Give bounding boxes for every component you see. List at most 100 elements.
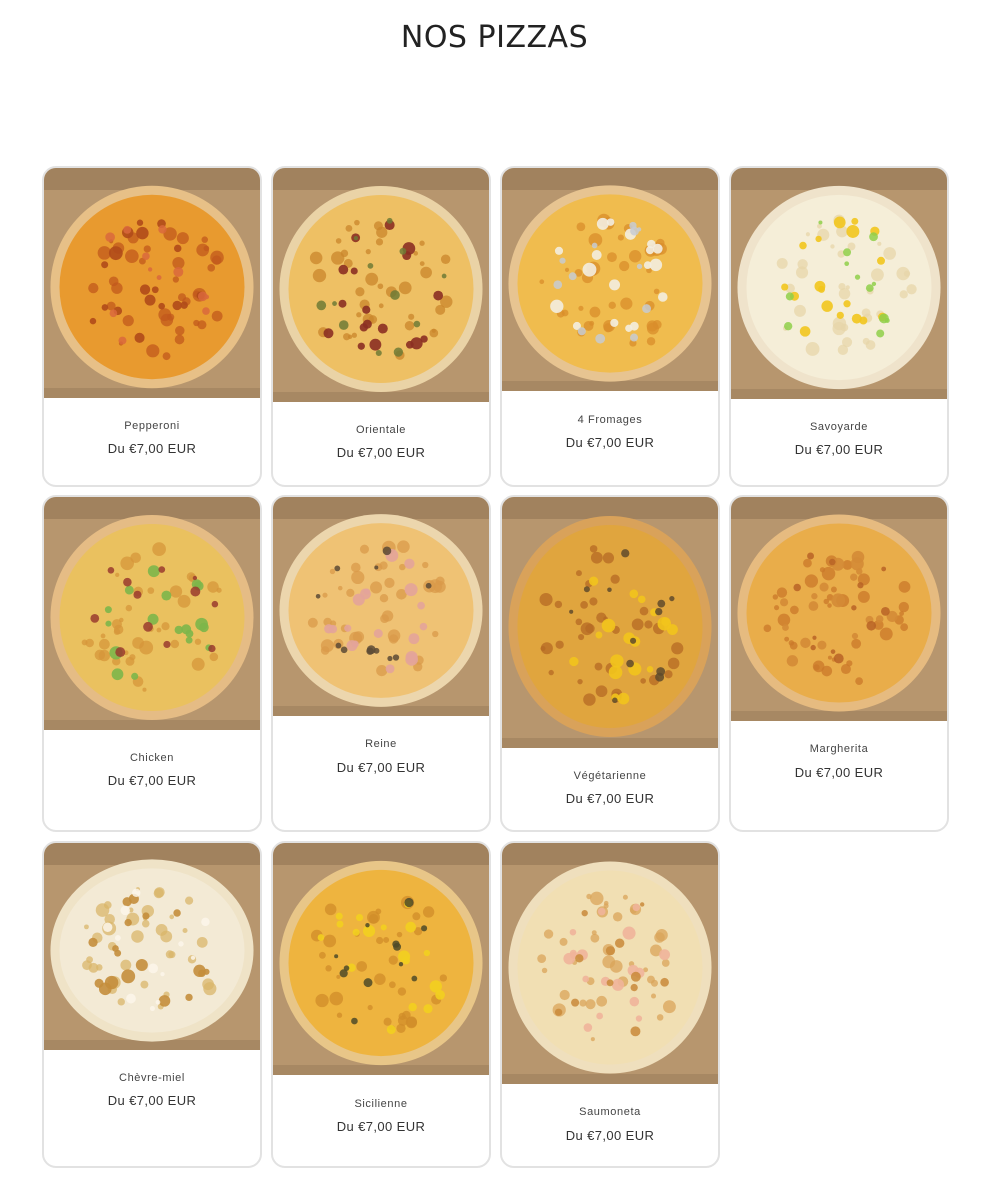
cheese-spot [350,562,361,573]
cheese-spot [387,629,401,642]
product-name[interactable]: Sicilienne [273,1098,489,1110]
cheese-spot [898,580,911,593]
topping-secondary [621,549,630,558]
product-name[interactable]: Savoyarde [731,421,947,433]
cheese-spot [99,638,110,650]
topping [363,588,371,595]
cheese-spot [193,319,200,327]
topping [417,601,425,610]
product-price: Du €7,00 EUR [107,1093,197,1108]
topping [569,656,579,667]
topping-secondary [577,327,586,336]
topping-secondary [630,637,637,644]
product-name[interactable]: Chicken [44,752,260,764]
cheese-spot [129,654,136,661]
topping [817,640,827,650]
product-name[interactable]: Saumoneta [502,1106,718,1118]
cheese-spot [594,662,603,671]
product-card-chevre-miel[interactable]: Chèvre-miel Du €7,00 EUR [42,841,262,1168]
cheese-spot [832,321,846,336]
topping [408,1002,417,1012]
topping [601,618,616,633]
cheese-spot [174,334,185,345]
product-card-pepperoni[interactable]: Pepperoni Du €7,00 EUR [42,166,262,487]
cheese-spot [838,282,846,291]
product-image[interactable] [502,497,718,748]
product-name[interactable]: Chèvre-miel [44,1072,260,1084]
topping [582,262,597,277]
topping [850,573,858,581]
product-card-orientale[interactable]: Orientale Du €7,00 EUR [271,166,491,487]
cheese-spot [379,593,389,603]
box-edge [44,720,260,730]
cheese-spot [376,936,384,945]
cheese-spot [141,919,150,928]
product-card-saumoneta[interactable]: Saumoneta Du €7,00 EUR [500,841,720,1168]
cheese-spot [196,936,208,948]
product-image[interactable] [731,168,947,399]
product-price: Du €7,00 EUR [565,435,655,450]
topping [435,990,445,1000]
cheese-spot [576,222,586,232]
product-card-vegetarienne[interactable]: Végétarienne Du €7,00 EUR [500,495,720,832]
topping-secondary [190,586,201,597]
cheese-spot [763,624,772,633]
topping [588,576,599,586]
product-name[interactable]: Végétarienne [502,770,718,782]
topping-secondary [880,606,890,616]
topping [136,219,144,226]
product-card-savoyarde[interactable]: Savoyarde Du €7,00 EUR [729,166,949,487]
cheese-spot [209,652,219,662]
topping-secondary [120,905,130,916]
cheese-spot [156,627,162,633]
product-image[interactable] [731,497,947,721]
cheese-spot [790,605,799,615]
product-image[interactable] [44,843,260,1050]
topping [596,217,609,230]
topping-secondary [114,935,121,941]
topping [652,243,663,254]
product-name[interactable]: Pepperoni [44,420,260,432]
topping [661,617,671,627]
topping-secondary [607,587,612,593]
product-image[interactable] [44,497,260,730]
topping-secondary [351,1017,358,1025]
product-name[interactable]: Orientale [273,424,489,436]
cheese-spot [575,570,582,577]
product-card-4-fromages[interactable]: 4 Fromages Du €7,00 EUR [500,166,720,487]
topping-secondary [367,263,374,269]
product-card-margherita[interactable]: Margherita Du €7,00 EUR [729,495,949,832]
product-name[interactable]: Reine [273,738,489,750]
product-image[interactable] [502,168,718,391]
topping-secondary [441,273,447,279]
product-image[interactable] [273,497,489,716]
topping [836,311,844,319]
product-price: Du €7,00 EUR [565,1128,655,1143]
product-image[interactable] [44,168,260,398]
product-name[interactable]: Margherita [731,743,947,755]
topping [843,300,851,308]
topping [377,323,388,334]
topping [595,631,603,639]
topping-secondary [109,309,118,318]
cheese-spot [309,251,323,265]
topping-secondary [829,558,836,566]
cheese-spot [647,975,655,984]
cheese-spot [422,561,429,569]
product-image[interactable] [273,843,489,1075]
topping [131,672,139,680]
cheese-spot [662,1000,676,1014]
cheese-spot [877,241,882,246]
product-card-chicken[interactable]: Chicken Du €7,00 EUR [42,495,262,832]
cheese-spot [580,601,588,609]
cheese-spot [776,257,788,269]
product-card-sicilienne[interactable]: Sicilienne Du €7,00 EUR [271,841,491,1168]
topping [782,624,789,631]
product-card-reine[interactable]: Reine Du €7,00 EUR [271,495,491,832]
topping-secondary [554,1008,563,1016]
product-name[interactable]: 4 Fromages [502,414,718,426]
product-image[interactable] [273,168,489,402]
product-image[interactable] [502,843,718,1084]
cheese-spot [777,613,791,627]
box-edge [273,1065,489,1075]
